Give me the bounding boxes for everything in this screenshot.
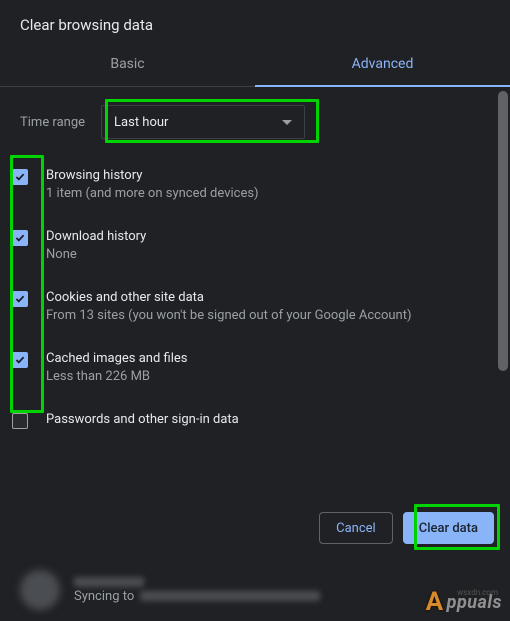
checkbox-cookies[interactable] <box>12 291 28 307</box>
time-range-label: Time range <box>20 115 85 130</box>
sync-status: Syncing to <box>74 589 320 604</box>
checkbox-passwords[interactable] <box>12 413 28 429</box>
tab-bar: Basic Advanced <box>0 44 510 87</box>
option-subtitle: 1 item (and more on synced devices) <box>46 185 490 202</box>
check-icon <box>15 356 25 364</box>
option-cached[interactable]: Cached images and files Less than 226 MB <box>12 340 490 401</box>
syncing-label: Syncing to <box>74 589 134 604</box>
option-browsing-history[interactable]: Browsing history 1 item (and more on syn… <box>12 157 490 218</box>
check-icon <box>15 234 25 242</box>
option-passwords[interactable]: Passwords and other sign-in data <box>12 401 490 429</box>
watermark-small: wsxdn.com <box>457 588 498 597</box>
option-title: Cookies and other site data <box>46 289 490 307</box>
cancel-button[interactable]: Cancel <box>319 512 393 544</box>
check-icon <box>15 173 25 181</box>
scrollbar[interactable] <box>498 91 508 371</box>
option-subtitle: None <box>46 246 490 263</box>
avatar <box>20 570 60 610</box>
dialog-title: Clear browsing data <box>0 0 510 44</box>
option-subtitle: Less than 226 MB <box>46 368 490 385</box>
option-title: Browsing history <box>46 167 490 185</box>
account-name-redacted <box>74 577 144 587</box>
dialog-actions: Cancel Clear data <box>0 502 510 558</box>
chevron-down-icon <box>282 120 292 125</box>
option-subtitle: From 13 sites (you won't be signed out o… <box>46 307 490 324</box>
check-icon <box>15 295 25 303</box>
checkbox-cached[interactable] <box>12 352 28 368</box>
checkbox-download-history[interactable] <box>12 230 28 246</box>
time-range-select[interactable]: Last hour <box>101 105 305 139</box>
option-title: Passwords and other sign-in data <box>46 411 490 429</box>
tab-basic[interactable]: Basic <box>0 44 255 86</box>
option-cookies[interactable]: Cookies and other site data From 13 site… <box>12 279 490 340</box>
option-title: Download history <box>46 228 490 246</box>
sync-email-redacted <box>140 591 320 601</box>
clear-data-button[interactable]: Clear data <box>403 512 494 544</box>
checkbox-browsing-history[interactable] <box>12 169 28 185</box>
tab-advanced[interactable]: Advanced <box>255 44 510 86</box>
time-range-value: Last hour <box>114 115 168 130</box>
option-title: Cached images and files <box>46 350 490 368</box>
option-download-history[interactable]: Download history None <box>12 218 490 279</box>
